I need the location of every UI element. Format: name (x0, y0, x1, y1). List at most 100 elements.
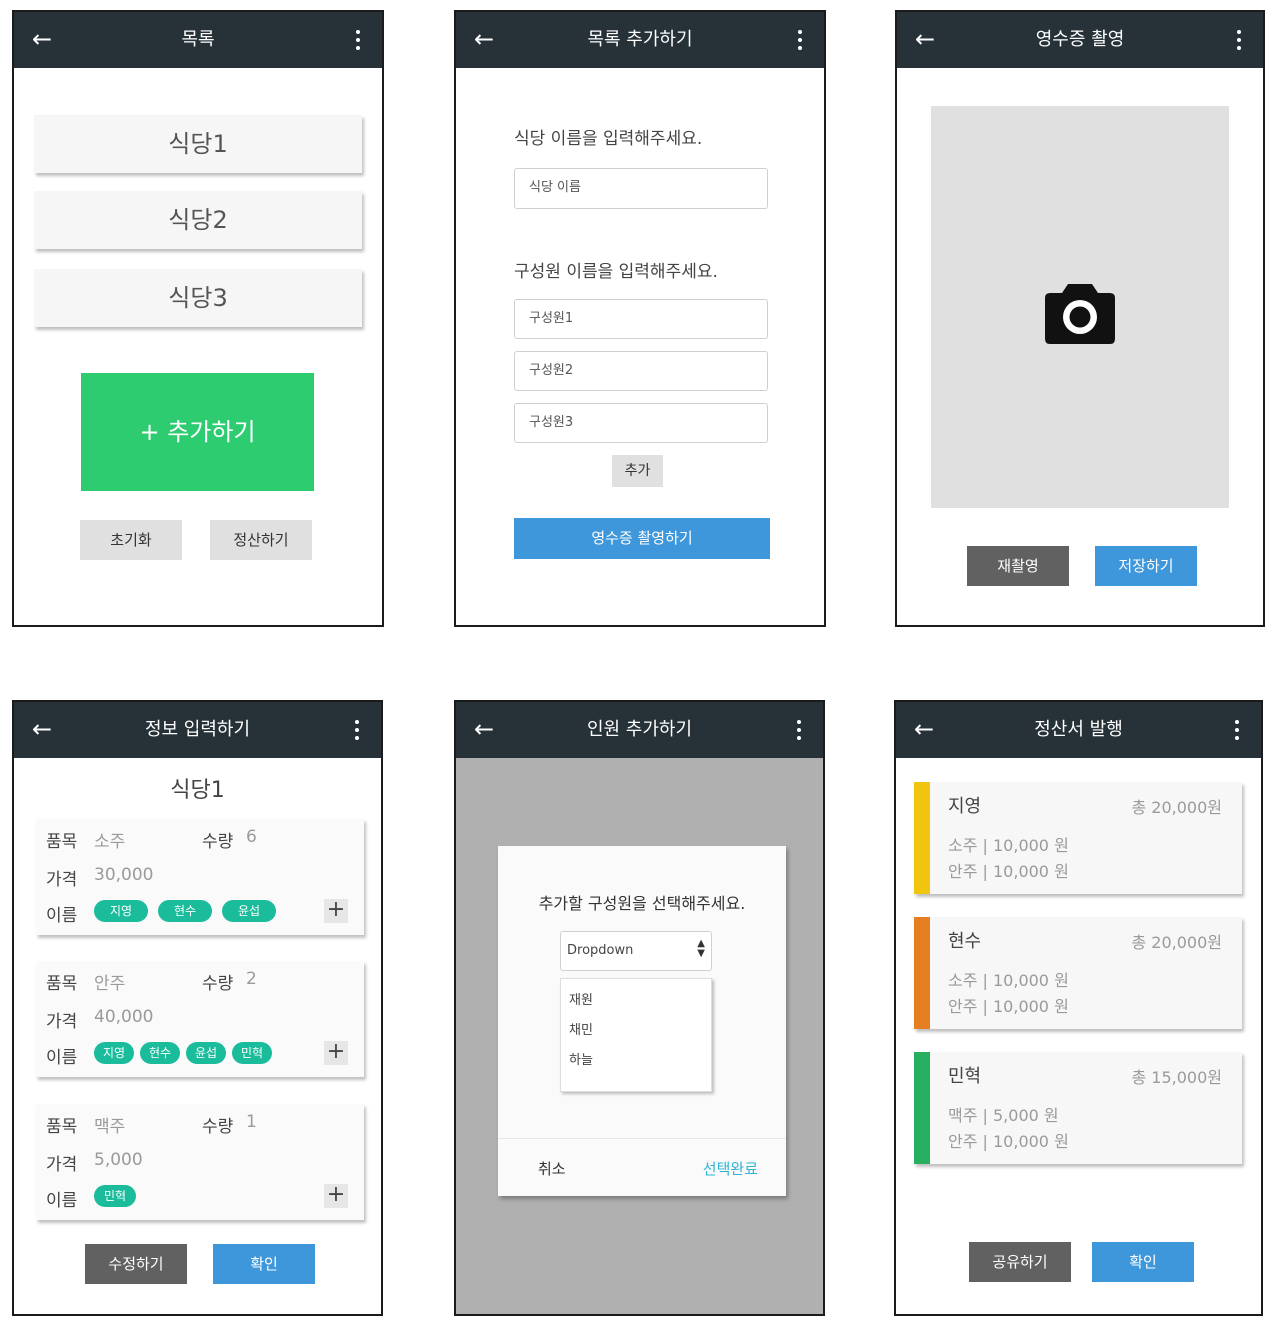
screen-list: ← 목록 식당1 식당2 식당3 + 추가하기 초기화 정산하기 (12, 10, 384, 627)
line-item: 안주 | 10,000 원 (948, 997, 1069, 1016)
app-bar: ← 목록 추가하기 (456, 12, 824, 68)
dropdown-arrows-icon: ▲ ▼ (697, 938, 705, 959)
item-value[interactable]: 안주 (94, 969, 125, 994)
screen-receipt-photo: ← 영수증 촬영 재촬영 저장하기 (895, 10, 1265, 627)
dropdown-label: Dropdown (567, 943, 634, 958)
name-chip[interactable]: 현수 (158, 900, 212, 922)
name-chip[interactable]: 민혁 (94, 1185, 136, 1207)
app-bar: ← 정보 입력하기 (14, 702, 381, 758)
name-chip[interactable]: 민혁 (232, 1042, 272, 1064)
price-label: 가격 (46, 870, 78, 890)
qty-label: 수량 (202, 1117, 234, 1137)
qty-label: 수량 (202, 974, 234, 994)
back-arrow-icon[interactable]: ← (470, 715, 498, 743)
dropdown-option[interactable]: 하늘 (569, 1049, 593, 1068)
name-chip[interactable]: 지영 (94, 1042, 134, 1064)
settle-button[interactable]: 정산하기 (210, 520, 312, 560)
add-member-button[interactable]: 추가 (612, 455, 663, 487)
more-vert-icon[interactable] (1227, 716, 1247, 744)
price-value[interactable]: 40,000 (94, 1007, 153, 1027)
price-label: 가격 (46, 1012, 78, 1032)
screen-add-member: ← 인원 추가하기 추가할 구성원을 선택해주세요. Dropdown ▲ ▼ 재… (454, 700, 825, 1316)
back-arrow-icon[interactable]: ← (28, 25, 56, 53)
confirm-button[interactable]: 확인 (213, 1244, 315, 1284)
more-vert-icon[interactable] (347, 716, 367, 744)
name-chip[interactable]: 윤섭 (186, 1042, 226, 1064)
color-bar (914, 1052, 930, 1164)
cancel-button[interactable]: 취소 (538, 1158, 566, 1179)
edit-button[interactable]: 수정하기 (85, 1244, 187, 1284)
app-bar-title: 목록 (181, 29, 215, 50)
dropdown-option[interactable]: 재원 (569, 989, 593, 1008)
restaurant-item[interactable]: 식당3 (34, 269, 362, 327)
name-label: 이름 (46, 1048, 78, 1068)
confirm-button[interactable]: 확인 (1092, 1242, 1194, 1282)
price-value[interactable]: 30,000 (94, 865, 153, 885)
app-bar-title: 정산서 발행 (1034, 719, 1123, 740)
screen-info-input: ← 정보 입력하기 식당1 품목 소주 수량 6 가격 30,000 이름 지영… (12, 700, 383, 1316)
dialog-prompt: 추가할 구성원을 선택해주세요. (538, 894, 746, 913)
more-vert-icon[interactable] (1229, 26, 1249, 54)
member-input[interactable]: 구성원3 (514, 403, 768, 443)
member-input[interactable]: 구성원1 (514, 299, 768, 339)
member-name-prompt: 구성원 이름을 입력해주세요. (514, 262, 718, 282)
app-bar: ← 목록 (14, 12, 382, 68)
name-chip[interactable]: 윤섭 (222, 900, 276, 922)
back-arrow-icon[interactable]: ← (911, 25, 939, 53)
person-name: 현수 (948, 931, 982, 952)
select-done-button[interactable]: 선택완료 (703, 1158, 758, 1179)
screen-settlement: ← 정산서 발행 지영 총 20,000원 소주 | 10,000 원 안주 |… (894, 700, 1263, 1316)
add-name-plus-icon[interactable]: + (324, 1041, 348, 1065)
member-select-dialog: 추가할 구성원을 선택해주세요. Dropdown ▲ ▼ 재원 채민 하늘 취소… (498, 846, 786, 1196)
more-vert-icon[interactable] (348, 26, 368, 54)
capture-receipt-button[interactable]: 영수증 촬영하기 (514, 518, 770, 559)
restaurant-item[interactable]: 식당1 (34, 115, 362, 173)
share-button[interactable]: 공유하기 (969, 1242, 1071, 1282)
person-card: 지영 총 20,000원 소주 | 10,000 원 안주 | 10,000 원 (914, 782, 1242, 894)
person-total: 총 20,000원 (1131, 933, 1222, 952)
add-restaurant-button[interactable]: + 추가하기 (81, 373, 314, 491)
camera-icon (1045, 284, 1115, 344)
qty-label: 수량 (202, 832, 234, 852)
retake-button[interactable]: 재촬영 (967, 546, 1069, 586)
qty-value[interactable]: 2 (246, 969, 257, 989)
restaurant-name-prompt: 식당 이름을 입력해주세요. (514, 129, 703, 149)
price-label: 가격 (46, 1155, 78, 1175)
person-name: 민혁 (948, 1066, 982, 1087)
dropdown-option[interactable]: 채민 (569, 1019, 593, 1038)
person-total: 총 20,000원 (1131, 798, 1222, 817)
app-bar-title: 목록 추가하기 (587, 29, 693, 50)
camera-preview[interactable] (931, 106, 1229, 508)
name-chips: 지영 현수 윤섭 민혁 (94, 1042, 278, 1064)
app-bar: ← 영수증 촬영 (897, 12, 1263, 68)
reset-button[interactable]: 초기화 (80, 520, 182, 560)
qty-value[interactable]: 6 (246, 827, 257, 847)
app-bar: ← 인원 추가하기 (456, 702, 823, 758)
price-value[interactable]: 5,000 (94, 1150, 143, 1170)
qty-value[interactable]: 1 (246, 1112, 257, 1132)
name-chip[interactable]: 지영 (94, 900, 148, 922)
back-arrow-icon[interactable]: ← (470, 25, 498, 53)
back-arrow-icon[interactable]: ← (28, 715, 56, 743)
save-button[interactable]: 저장하기 (1095, 546, 1197, 586)
back-arrow-icon[interactable]: ← (910, 715, 938, 743)
item-value[interactable]: 소주 (94, 827, 125, 852)
member-input[interactable]: 구성원2 (514, 351, 768, 391)
more-vert-icon[interactable] (789, 716, 809, 744)
add-name-plus-icon[interactable]: + (324, 899, 348, 923)
add-name-plus-icon[interactable]: + (324, 1184, 348, 1208)
dropdown-options: 재원 채민 하늘 (560, 978, 712, 1092)
member-dropdown[interactable]: Dropdown ▲ ▼ (560, 931, 712, 971)
line-item: 맥주 | 5,000 원 (948, 1106, 1059, 1125)
item-card: 품목 소주 수량 6 가격 30,000 이름 지영 현수 윤섭 + (36, 819, 364, 935)
more-vert-icon[interactable] (790, 26, 810, 54)
item-card: 품목 맥주 수량 1 가격 5,000 이름 민혁 + (36, 1104, 364, 1220)
restaurant-name-input[interactable]: 식당 이름 (514, 168, 768, 209)
app-bar: ← 정산서 발행 (896, 702, 1261, 758)
restaurant-item[interactable]: 식당2 (34, 191, 362, 249)
name-chips: 지영 현수 윤섭 (94, 900, 286, 922)
item-value[interactable]: 맥주 (94, 1112, 125, 1137)
name-chip[interactable]: 현수 (140, 1042, 180, 1064)
name-label: 이름 (46, 1191, 78, 1211)
app-bar-title: 정보 입력하기 (144, 719, 251, 740)
